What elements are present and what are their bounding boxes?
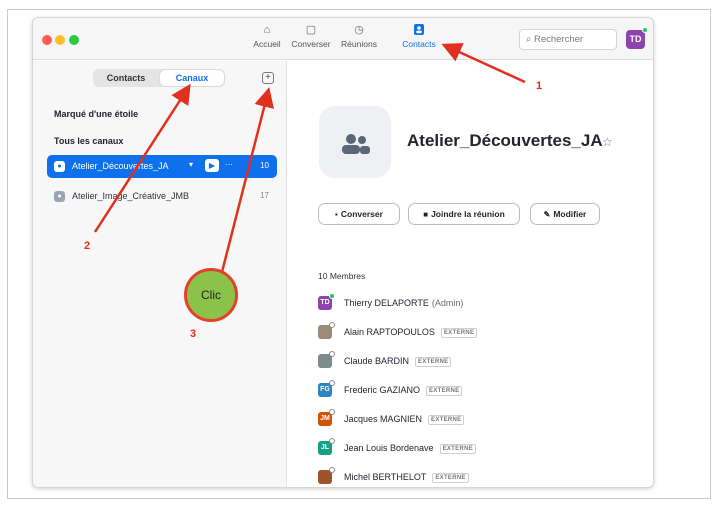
member-name-line: Jacques MAGNIEN EXTERNE [344, 414, 465, 425]
title-bar: ⌂ Accueil ▢ Converser ◷ Réunions Contact… [33, 18, 653, 60]
member-name: Frederic GAZIANO [344, 385, 421, 395]
nav-contacts-label: Contacts [402, 39, 436, 49]
member-name-line: Jean Louis Bordenave EXTERNE [344, 443, 477, 454]
member-row[interactable]: Alain RAPTOPOULOS EXTERNE [318, 322, 618, 341]
chat-icon: ▢ [305, 24, 317, 36]
external-badge: EXTERNE [440, 328, 478, 338]
nav-contacts[interactable]: Contacts [397, 24, 441, 49]
presence-status-dot [329, 322, 335, 328]
edit-channel-button-label: Modifier [553, 209, 587, 219]
channel-item-atelier-image-creative[interactable]: ● Atelier_Image_Créative_JMB 17 [47, 185, 277, 208]
more-options-icon[interactable]: ··· [225, 160, 233, 169]
minimize-window-button[interactable] [55, 35, 65, 45]
member-role: (Admin) [431, 298, 464, 308]
channel-item-atelier-decouvertes[interactable]: ● Atelier_Découvertes_JA ▾ ▶ ··· 10 [47, 155, 277, 178]
section-starred: Marqué d'une étoile [54, 109, 139, 119]
external-badge: EXTERNE [415, 357, 452, 367]
member-name: Jacques MAGNIEN [344, 414, 423, 424]
chat-icon: ▪ [335, 210, 338, 219]
member-row[interactable]: JL Jean Louis Bordenave EXTERNE [318, 438, 618, 457]
annotation-number-3: 3 [190, 328, 197, 340]
presence-status-dot [329, 467, 335, 473]
channel-member-count: 10 [260, 161, 269, 170]
edit-channel-button[interactable]: ✎ Modifier [530, 203, 600, 225]
maximize-window-button[interactable] [69, 35, 79, 45]
search-input[interactable]: ⌕ Rechercher [519, 29, 617, 50]
nav-accueil[interactable]: ⌂ Accueil [247, 24, 287, 49]
channel-group-icon: ● [54, 191, 65, 202]
sidebar: Contacts Canaux + Marqué d'une étoile To… [33, 61, 287, 487]
clic-label: Clic [201, 288, 221, 302]
contacts-channels-toggle: Contacts Canaux [93, 69, 225, 87]
member-name-line: Michel BERTHELOT EXTERNE [344, 472, 469, 483]
channel-detail-panel: Atelier_Découvertes_JA ☆ ▪ Converser ■ Joi… [288, 61, 653, 487]
annotation-number-1: 1 [536, 80, 543, 92]
search-icon: ⌕ [526, 34, 532, 45]
pencil-icon: ✎ [543, 210, 551, 219]
presence-status-dot [329, 409, 335, 415]
join-meeting-button-label: Joindre la réunion [431, 209, 505, 219]
channel-name: Atelier_Découvertes_JA [72, 161, 169, 171]
nav-accueil-label: Accueil [253, 39, 281, 49]
plus-icon: + [265, 72, 271, 83]
channel-name: Atelier_Image_Créative_JMB [72, 191, 190, 201]
video-camera-icon[interactable]: ▶ [205, 159, 219, 172]
add-channel-button[interactable]: + [262, 72, 274, 84]
member-name-line: Claude BARDIN EXTERNE [344, 356, 452, 367]
channel-group-icon [319, 106, 391, 178]
members-count-header: 10 Membres [318, 271, 366, 281]
channel-group-icon: ● [54, 161, 65, 172]
section-all-channels: Tous les canaux [54, 136, 124, 146]
member-row[interactable]: JM Jacques MAGNIEN EXTERNE [318, 409, 618, 428]
join-meeting-button[interactable]: ■ Joindre la réunion [408, 203, 520, 225]
nav-converser[interactable]: ▢ Converser [288, 24, 334, 49]
member-name-line: Thierry DELAPORTE (Admin) [344, 298, 463, 308]
member-row[interactable]: FG Frederic GAZIANO EXTERNE [318, 380, 618, 399]
online-status-dot [642, 27, 648, 33]
contacts-icon [397, 24, 441, 37]
member-name: Claude BARDIN [344, 356, 410, 366]
member-name: Jean Louis Bordenave [344, 443, 434, 453]
tab-contacts[interactable]: Contacts [94, 70, 158, 86]
annotation-number-2: 2 [84, 240, 91, 252]
search-placeholder: Rechercher [533, 34, 584, 45]
nav-reunions-label: Réunions [341, 39, 377, 49]
presence-status-dot [329, 351, 335, 357]
converser-button[interactable]: ▪ Converser [318, 203, 400, 225]
member-row[interactable]: Claude BARDIN EXTERNE [318, 351, 618, 370]
home-icon: ⌂ [263, 24, 271, 36]
channel-title: Atelier_Découvertes_JA [407, 131, 603, 150]
presence-status-dot [329, 380, 335, 386]
clic-annotation-bubble: Clic [184, 268, 238, 322]
zoom-window: ⌂ Accueil ▢ Converser ◷ Réunions Contact… [32, 17, 654, 488]
chat-bubble-icon[interactable]: ▾ [189, 160, 193, 169]
member-row[interactable]: Michel BERTHELOT EXTERNE [318, 467, 618, 486]
nav-converser-label: Converser [291, 39, 331, 49]
external-badge: EXTERNE [428, 415, 465, 425]
member-name: Alain RAPTOPOULOS [344, 327, 435, 337]
converser-button-label: Converser [340, 209, 383, 219]
tab-canaux[interactable]: Canaux [160, 70, 224, 86]
member-row[interactable]: TD Thierry DELAPORTE (Admin) [318, 293, 618, 312]
clock-icon: ◷ [354, 24, 364, 36]
presence-status-dot [329, 438, 335, 444]
video-camera-icon: ■ [423, 210, 429, 219]
user-avatar[interactable]: TD [626, 30, 645, 49]
presence-status-dot [329, 293, 335, 299]
external-badge: EXTERNE [426, 386, 463, 396]
member-name-line: Alain RAPTOPOULOS EXTERNE [344, 327, 478, 338]
nav-reunions[interactable]: ◷ Réunions [337, 24, 381, 49]
close-window-button[interactable] [42, 35, 52, 45]
member-name: Michel BERTHELOT [344, 472, 427, 482]
member-name: Thierry DELAPORTE [344, 298, 429, 308]
star-icon[interactable]: ☆ [602, 135, 613, 149]
channel-member-count: 17 [260, 191, 269, 200]
external-badge: EXTERNE [439, 444, 477, 454]
user-avatar-initials: TD [629, 34, 642, 44]
member-name-line: Frederic GAZIANO EXTERNE [344, 385, 463, 396]
external-badge: EXTERNE [432, 473, 469, 483]
